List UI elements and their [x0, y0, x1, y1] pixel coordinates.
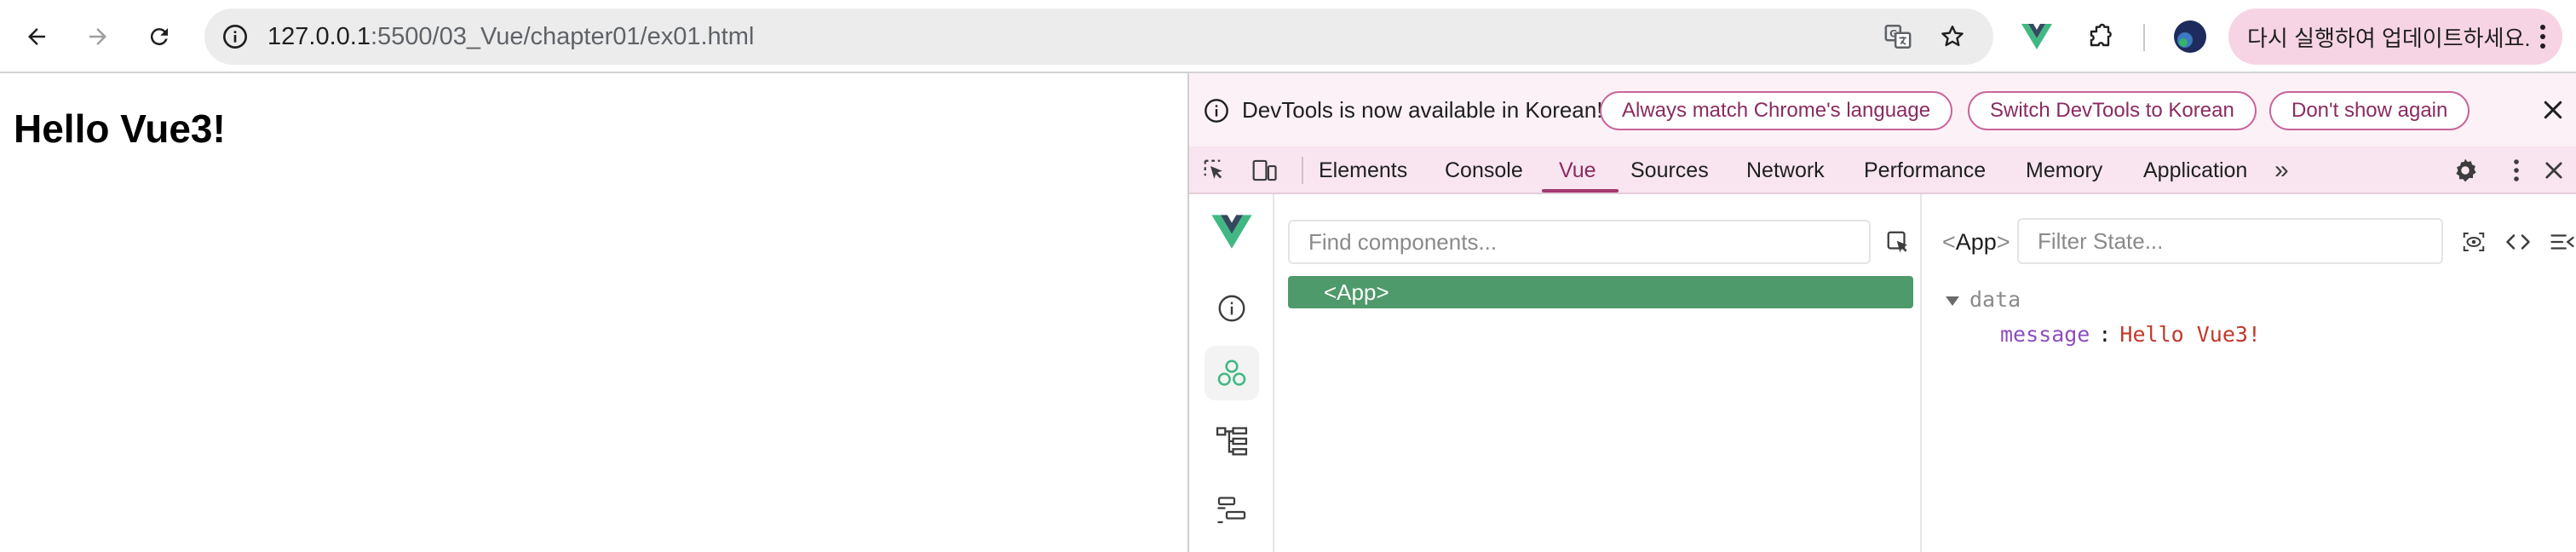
inspect-element-icon[interactable]	[1199, 155, 1230, 186]
reload-button[interactable]	[138, 15, 181, 58]
update-button[interactable]: 다시 실행하여 업데이트하세요.	[2228, 9, 2562, 65]
property-key: message	[2000, 322, 2090, 347]
active-tab-indicator	[1542, 189, 1619, 193]
tab-vue[interactable]: Vue	[1559, 147, 1596, 193]
devtools-language-infobar: DevTools is now available in Korean! Alw…	[1189, 73, 2576, 147]
url-text: 127.0.0.1:5500/03_Vue/chapter01/ex01.htm…	[267, 9, 754, 65]
find-components-input[interactable]	[1288, 220, 1871, 264]
tab-separator	[1302, 157, 1303, 184]
vue-logo-icon[interactable]	[1205, 204, 1259, 259]
vue-devtools-extension-icon[interactable]	[2015, 15, 2058, 58]
info-icon	[1205, 99, 1228, 123]
component-tree-pane: <App>	[1274, 194, 1922, 552]
url-host: 127.0.0.1	[267, 23, 371, 50]
timeline-icon[interactable]	[1205, 482, 1259, 537]
state-property-row[interactable]: message: Hello Vue3!	[2000, 317, 2261, 353]
close-icon[interactable]	[2540, 97, 2566, 123]
profile-avatar-icon[interactable]	[2169, 15, 2211, 58]
more-vert-icon	[2540, 25, 2545, 49]
vue-sidebar	[1189, 194, 1274, 552]
tab-performance[interactable]: Performance	[1864, 147, 1986, 193]
switch-to-korean-button[interactable]: Switch DevTools to Korean	[1968, 91, 2257, 130]
arrow-right-icon	[89, 28, 106, 45]
tree-item-app[interactable]: <App>	[1288, 276, 1913, 308]
browser-toolbar: 127.0.0.1:5500/03_Vue/chapter01/ex01.htm…	[0, 0, 2576, 73]
toolbar-separator	[2143, 24, 2145, 51]
tab-elements[interactable]: Elements	[1319, 147, 1407, 193]
more-tabs-button[interactable]: »	[2274, 147, 2289, 193]
device-toolbar-icon[interactable]	[1249, 155, 1279, 186]
url-path: :5500/03_Vue/chapter01/ex01.html	[370, 23, 755, 50]
tab-network[interactable]: Network	[1746, 147, 1825, 193]
always-match-language-button[interactable]: Always match Chrome's language	[1600, 91, 1953, 130]
customize-more-vert-icon[interactable]	[2501, 155, 2532, 186]
property-value: Hello Vue3!	[2119, 322, 2261, 347]
vue-devtools-panel: <App> <App> data message: Hello Vue3!	[1189, 194, 2576, 552]
arrow-left-icon	[28, 28, 45, 45]
scroll-to-component-icon[interactable]	[2458, 227, 2489, 257]
tab-console[interactable]: Console	[1445, 147, 1523, 193]
address-bar[interactable]: 127.0.0.1:5500/03_Vue/chapter01/ex01.htm…	[204, 9, 1993, 65]
app-info-icon[interactable]	[1205, 281, 1259, 336]
close-devtools-icon[interactable]	[2539, 155, 2569, 186]
dont-show-again-button[interactable]: Don't show again	[2269, 91, 2470, 130]
filter-state-input[interactable]	[2017, 218, 2443, 264]
selected-component-name: App	[1955, 229, 1997, 255]
page-heading: Hello Vue3!	[14, 106, 226, 151]
extensions-puzzle-icon[interactable]	[2079, 15, 2121, 58]
update-button-label: 다시 실행하여 업데이트하세요.	[2247, 25, 2531, 51]
components-icon[interactable]	[1205, 346, 1259, 400]
bookmark-star-icon[interactable]	[1934, 18, 1971, 55]
selected-component-title: <App>	[1942, 229, 2010, 255]
tab-sources[interactable]: Sources	[1630, 147, 1709, 193]
component-tree-icon[interactable]	[1205, 414, 1259, 469]
select-component-icon[interactable]	[1883, 227, 1913, 257]
tab-memory[interactable]: Memory	[2026, 147, 2102, 193]
code-icon[interactable]	[2503, 227, 2533, 257]
back-button[interactable]	[15, 15, 58, 58]
translate-icon[interactable]: G	[1879, 18, 1917, 55]
data-section-header[interactable]: data	[1946, 283, 2021, 317]
devtools-tab-bar: Elements Console Vue Sources Network Per…	[1189, 147, 2576, 194]
settings-gear-icon[interactable]	[2450, 155, 2481, 186]
site-info-icon[interactable]	[216, 18, 254, 55]
data-section-label: data	[1969, 287, 2021, 312]
collapse-list-icon[interactable]	[2547, 227, 2576, 257]
expand-triangle-icon	[1946, 296, 1959, 306]
tab-application[interactable]: Application	[2143, 147, 2247, 193]
property-colon: :	[2098, 322, 2112, 347]
forward-button[interactable]	[77, 15, 119, 58]
devtools-panel: DevTools is now available in Korean! Alw…	[1187, 73, 2576, 552]
component-state-pane: <App> data message: Hello Vue3!	[1922, 194, 2576, 552]
infobar-message: DevTools is now available in Korean!	[1242, 97, 1603, 123]
reload-icon	[150, 28, 168, 46]
